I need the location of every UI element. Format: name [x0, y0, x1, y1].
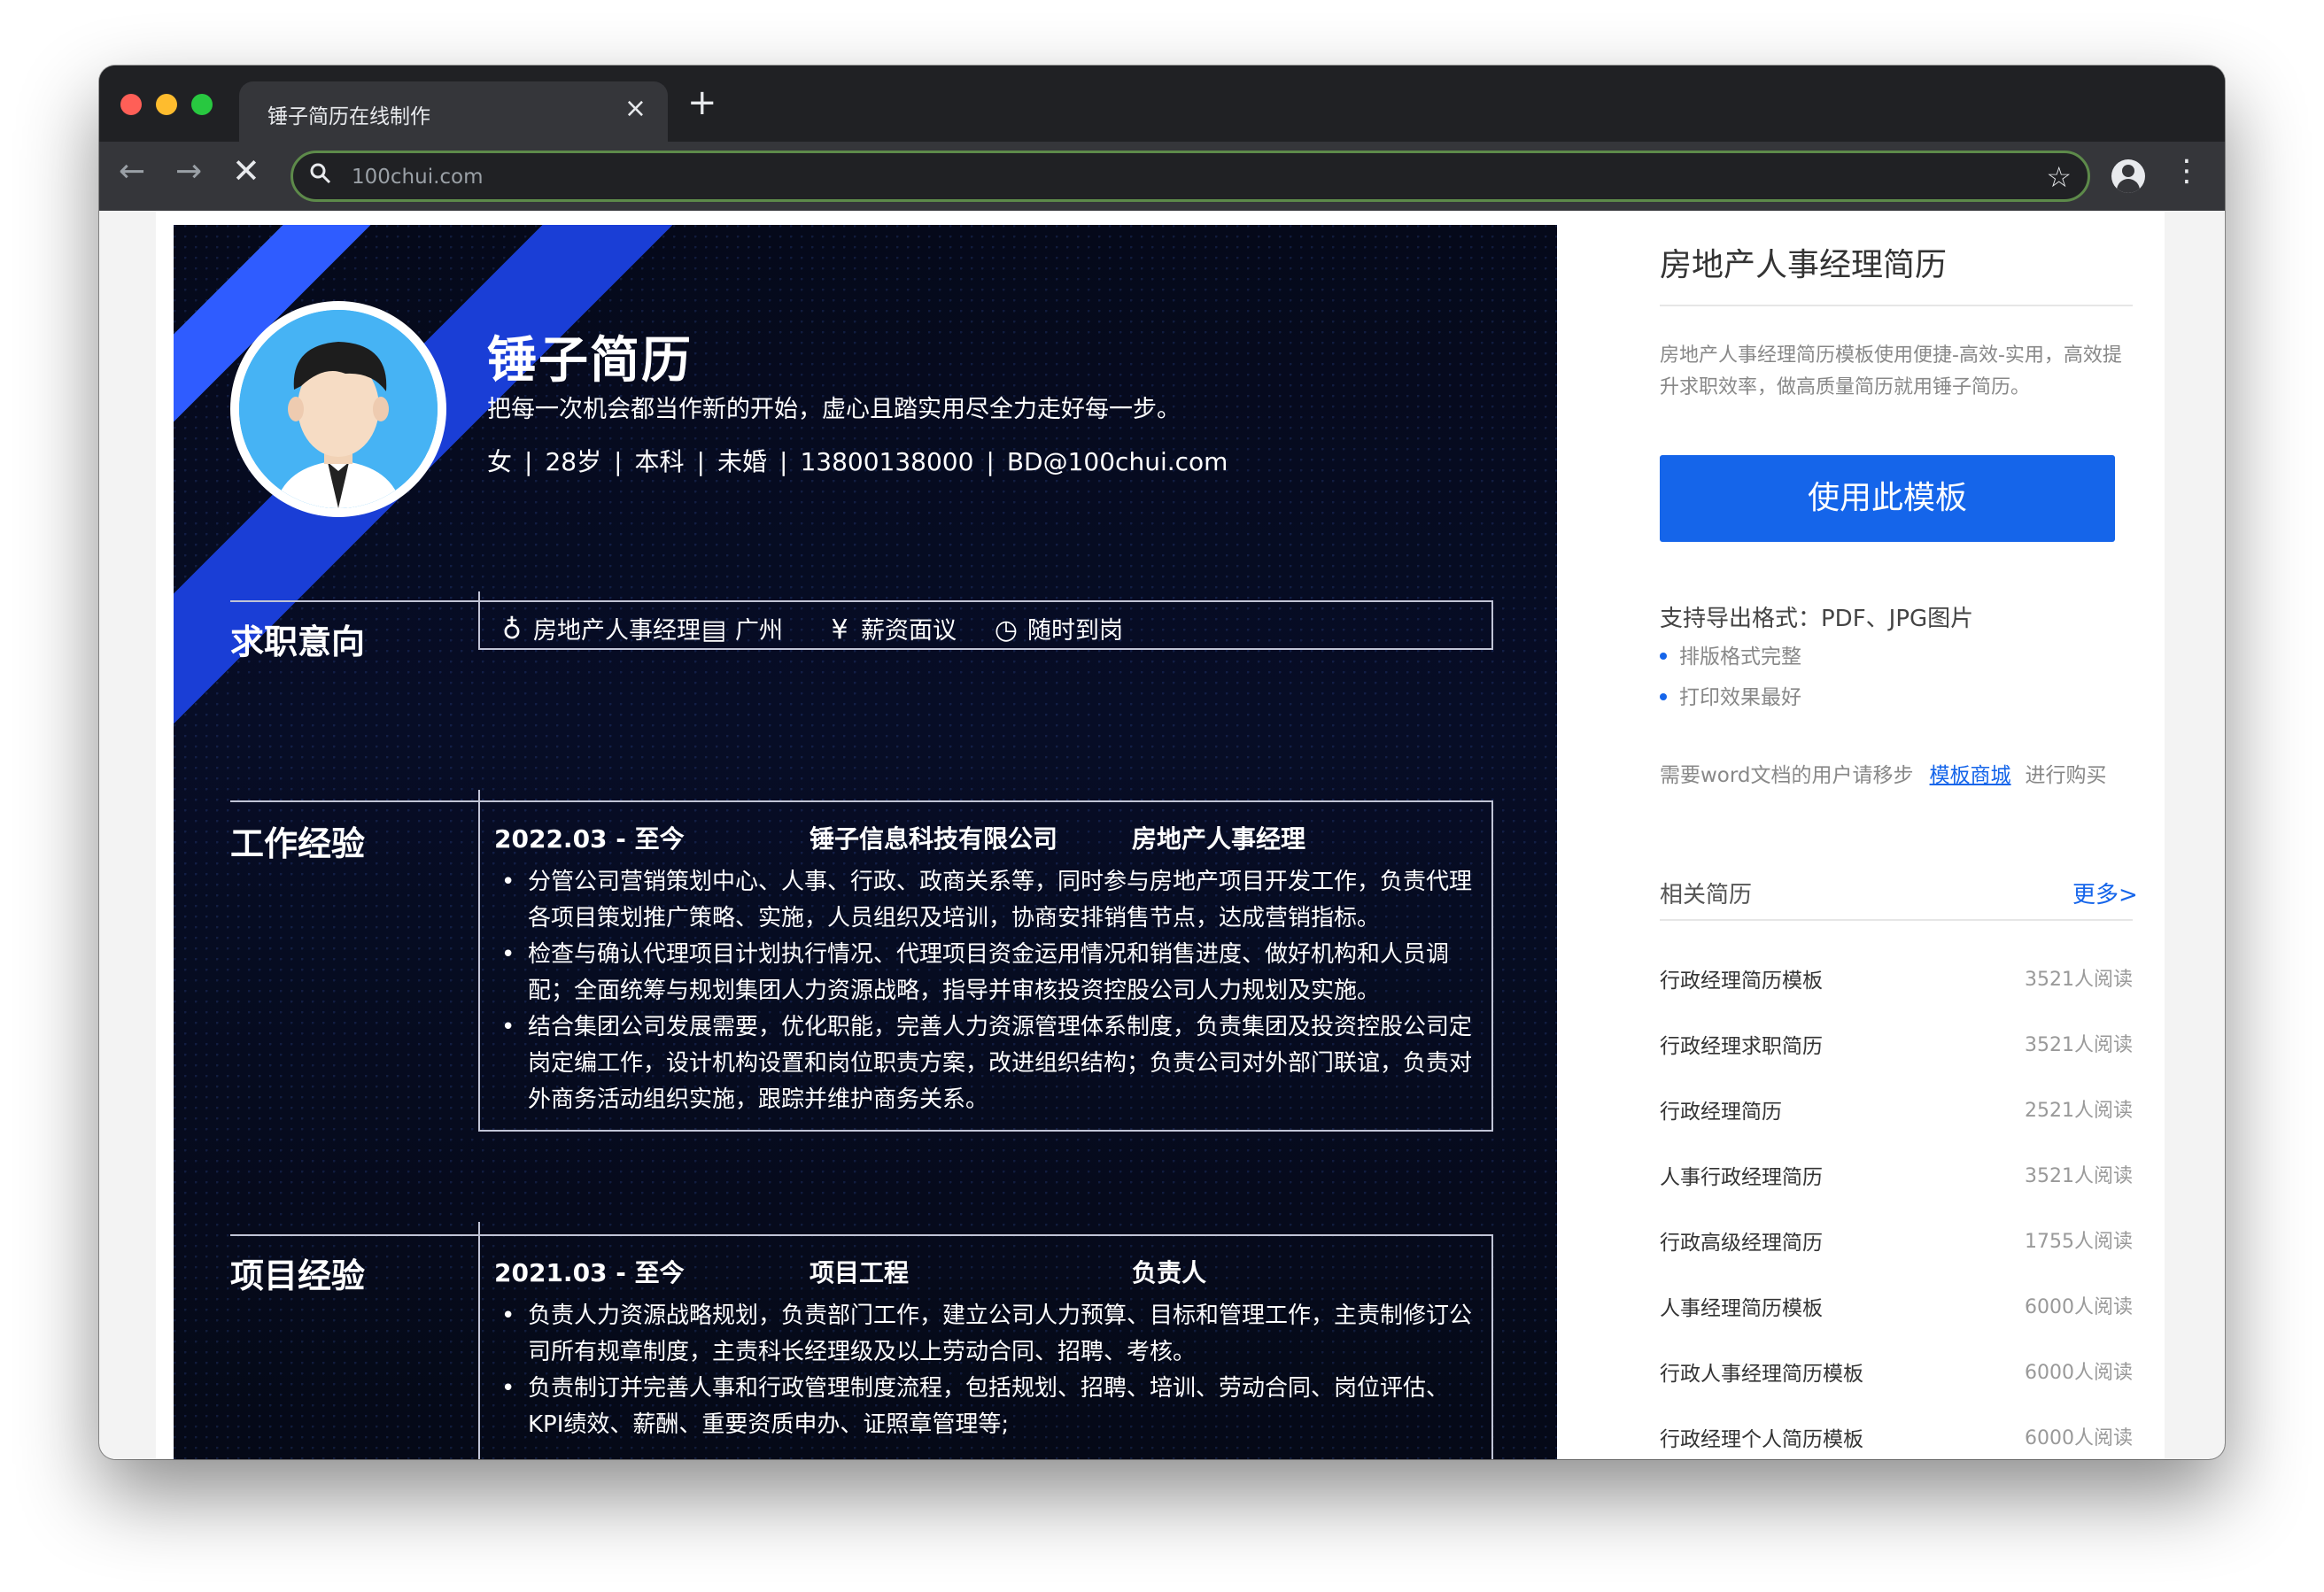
close-window-button[interactable] [120, 94, 142, 115]
template-description: 房地产人事经理简历模板使用便捷-高效-实用，高效提升求职效率，做高质量简历就用锤… [1660, 344, 2122, 398]
divider [1660, 919, 2133, 921]
work-box: 2022.03 - 至今 锤子信息科技有限公司 房地产人事经理 分管公司营销策划… [478, 800, 1493, 1132]
divider [1660, 305, 2133, 306]
back-arrow-icon[interactable]: ← [119, 156, 145, 188]
info-age: 28岁 [545, 447, 602, 476]
intent-availability: ◷ 随时到岗 [990, 611, 1123, 645]
work-position: 房地产人事经理 [1132, 824, 1306, 854]
maximize-window-button[interactable] [191, 94, 213, 115]
feature-bullet: 打印效果最好 [1660, 680, 1801, 710]
browser-menu-icon[interactable]: ⋮ [2172, 156, 2202, 186]
building-icon: ▤ [701, 614, 727, 645]
intent-box: ♁ 房地产人事经理 ▤ 广州 ¥ 薪资面议 ◷ 随时到岗 [478, 600, 1493, 650]
list-item: 分管公司营销策划中心、人事、行政、政商关系等，同时参与房地产项目开发工作，负责代… [494, 864, 1483, 937]
project-header: 2021.03 - 至今 项目工程 负责人 [494, 1254, 1206, 1289]
list-item: 检查与确认代理项目计划执行情况、代理项目资金运用情况和销售进度、做好机构和人员调… [494, 937, 1483, 1009]
tie-icon: ♁ [502, 614, 522, 645]
clock-icon: ◷ [994, 614, 1019, 645]
section-title-project: 项目经验 [230, 1256, 366, 1295]
feature-bullet: 排版格式完整 [1660, 639, 1801, 669]
section-title-intent: 求职意向 [230, 622, 366, 661]
project-bullets: 负责人力资源战略规划，负责部门工作，建立公司人力预算、目标和管理工作，主责制修订… [494, 1298, 1483, 1443]
bullet-dot-icon [1660, 692, 1667, 700]
profile-avatar-icon[interactable] [2111, 159, 2145, 193]
template-sidebar: 房地产人事经理简历 房地产人事经理简历模板使用便捷-高效-实用，高效提升求职效率… [1649, 211, 2163, 1459]
info-education: 本科 [634, 447, 685, 476]
resume-motto: 把每一次机会都当作新的开始，虚心且踏实用尽全力走好每一步。 [487, 396, 1181, 423]
url-text[interactable]: 100chui.com [352, 166, 484, 189]
related-item[interactable]: 人事行政经理简历 3521人阅读 [1660, 1160, 2133, 1195]
list-item: 负责制订并完善人事和行政管理制度流程，包括规划、招聘、培训、劳动合同、岗位评估、… [494, 1371, 1483, 1443]
related-item[interactable]: 行政高级经理简历 1755人阅读 [1660, 1225, 2133, 1261]
title-bar: 锤子简历在线制作 × + [99, 66, 2225, 142]
section-divider [230, 800, 478, 802]
resume-personal-info: 女 | 28岁 | 本科 | 未婚 | 13800138000 | BD@100chui.com [487, 447, 1228, 476]
work-header: 2022.03 - 至今 锤子信息科技有限公司 房地产人事经理 [494, 820, 1305, 855]
related-item[interactable]: 行政经理简历 2521人阅读 [1660, 1094, 2133, 1130]
avatar-illustration-icon [239, 310, 438, 508]
section-tick [478, 1222, 480, 1234]
list-item: 结合集团公司发展需要，优化职能，完善人力资源管理体系制度，负责集团及投资控股公司… [494, 1009, 1483, 1118]
address-bar[interactable]: 100chui.com ☆ [290, 151, 2090, 202]
intent-position: ♁ 房地产人事经理 [496, 611, 701, 645]
more-link[interactable]: 更多> [2072, 877, 2138, 909]
minimize-window-button[interactable] [156, 94, 177, 115]
info-gender: 女 [487, 447, 513, 476]
resume-preview: 锤子简历 把每一次机会都当作新的开始，虚心且踏实用尽全力走好每一步。 女 | 28岁… [174, 225, 1557, 1459]
forward-arrow-icon[interactable]: → [175, 156, 202, 188]
section-tick [478, 790, 480, 800]
page-viewport: 锤子简历 把每一次机会都当作新的开始，虚心且踏实用尽全力走好每一步。 女 | 28岁… [99, 211, 2225, 1459]
work-date: 2022.03 - 至今 [494, 824, 685, 854]
project-date: 2021.03 - 至今 [494, 1258, 685, 1287]
browser-window: 锤子简历在线制作 × + ← → ✕ 100chui.com ☆ ⋮ 锤子简历 … [99, 66, 2225, 1459]
related-item[interactable]: 行政人事经理简历模板 6000人阅读 [1660, 1356, 2133, 1392]
bullet-dot-icon [1660, 652, 1667, 660]
intent-city: ▤ 广州 [698, 611, 783, 645]
use-template-button[interactable]: 使用此模板 [1660, 455, 2115, 542]
related-item[interactable]: 行政经理个人简历模板 6000人阅读 [1660, 1422, 2133, 1457]
work-company: 锤子信息科技有限公司 [810, 824, 1058, 854]
tab-title: 锤子简历在线制作 [267, 105, 430, 128]
stop-loading-icon[interactable]: ✕ [232, 154, 260, 188]
list-item: 负责人力资源战略规划，负责部门工作，建立公司人力预算、目标和管理工作，主责制修订… [494, 1298, 1483, 1371]
info-phone: 13800138000 [800, 447, 974, 476]
new-tab-icon[interactable]: + [687, 85, 717, 120]
browser-toolbar: ← → ✕ 100chui.com ☆ ⋮ [99, 142, 2225, 211]
export-formats: 支持导出格式：PDF、JPG图片 [1660, 606, 1974, 632]
browser-tab[interactable]: 锤子简历在线制作 × [239, 81, 668, 142]
yen-icon: ¥ [831, 614, 848, 645]
section-divider [230, 600, 478, 602]
info-marital: 未婚 [717, 447, 767, 476]
project-box: 2021.03 - 至今 项目工程 负责人 负责人力资源战略规划，负责部门工作，… [478, 1234, 1493, 1459]
resume-name: 锤子简历 [487, 332, 693, 390]
template-title: 房地产人事经理简历 [1660, 247, 1948, 283]
intent-salary: ¥ 薪资面议 [824, 611, 957, 645]
profile-photo [230, 301, 446, 517]
related-item[interactable]: 行政经理简历模板 3521人阅读 [1660, 963, 2133, 999]
section-divider [230, 1234, 478, 1236]
template-store-link[interactable]: 模板商城 [1930, 764, 2011, 787]
info-email: BD@100chui.com [1006, 447, 1228, 476]
project-name: 项目工程 [810, 1258, 910, 1287]
work-bullets: 分管公司营销策划中心、人事、行政、政商关系等，同时参与房地产项目开发工作，负责代… [494, 864, 1483, 1118]
project-role: 负责人 [1132, 1258, 1207, 1287]
related-item[interactable]: 人事经理简历模板 6000人阅读 [1660, 1291, 2133, 1326]
related-item[interactable]: 行政经理求职简历 3521人阅读 [1660, 1029, 2133, 1064]
bookmark-star-icon[interactable]: ☆ [2046, 160, 2072, 194]
tab-close-icon[interactable]: × [624, 96, 647, 122]
section-title-work: 工作经验 [230, 824, 366, 863]
search-icon [309, 162, 332, 191]
related-title: 相关简历 [1660, 882, 1753, 908]
word-note: 需要word文档的用户请移步 模板商城 进行购买 [1660, 764, 2107, 787]
